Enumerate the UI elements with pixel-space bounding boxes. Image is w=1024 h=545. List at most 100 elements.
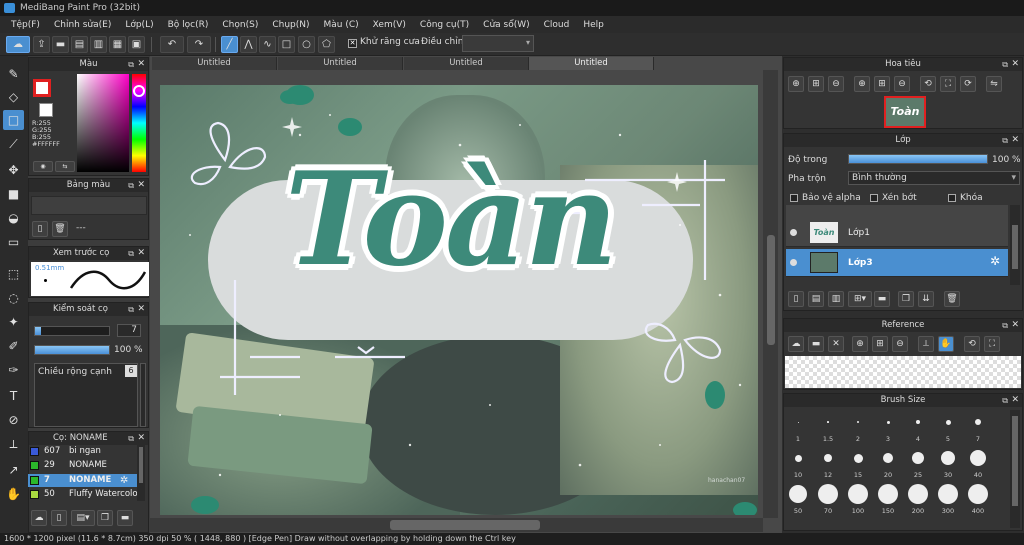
move-tool-icon[interactable]: ✥ <box>3 160 24 180</box>
gradient-tool-icon[interactable]: ▭ <box>3 232 24 252</box>
brush-size-option[interactable]: 25 <box>906 446 930 479</box>
tab-document-2[interactable]: Untitled <box>278 57 403 70</box>
merge-layer-icon[interactable]: ⇊ <box>918 291 934 307</box>
hue-handle[interactable] <box>133 85 145 97</box>
menu-tools[interactable]: Công cụ(T) <box>413 20 476 30</box>
gear-icon[interactable]: ✲ <box>120 474 128 487</box>
zoom-out-icon[interactable]: ⊖ <box>892 336 908 352</box>
cloud-icon[interactable]: ☁ <box>788 336 804 352</box>
close-icon[interactable]: ✕ <box>137 247 145 260</box>
brush-size-option[interactable]: 12 <box>816 446 840 479</box>
layer-list-scrollbar[interactable] <box>1010 205 1020 285</box>
new-layer-icon[interactable]: ▯ <box>788 291 804 307</box>
brush-size-option[interactable]: 50 <box>786 482 810 515</box>
color-mode-icon[interactable]: ◉ <box>33 161 53 172</box>
eraser-tool-icon[interactable]: ◇ <box>3 87 24 107</box>
magic-wand-tool-icon[interactable]: ✦ <box>3 312 24 332</box>
brush-size-option[interactable]: 40 <box>966 446 990 479</box>
menu-filter[interactable]: Bộ lọc(R) <box>161 20 216 30</box>
eyedropper-tool-icon[interactable]: ⟂ <box>3 434 24 454</box>
brush-item[interactable]: 607 bi ngan <box>28 445 144 458</box>
folder-brush-icon[interactable]: ▬ <box>117 510 133 526</box>
brush-size-option[interactable]: 15 <box>846 446 870 479</box>
ellipse-icon[interactable]: ○ <box>298 36 315 53</box>
menu-cloud[interactable]: Cloud <box>537 20 577 30</box>
straight-line-icon[interactable]: ╱ <box>221 36 238 53</box>
hand-icon[interactable]: ✋ <box>938 336 954 352</box>
polyline-icon[interactable]: ⋀ <box>240 36 257 53</box>
reference-canvas[interactable] <box>785 356 1021 388</box>
antialias-checkbox[interactable]: ✕ <box>348 39 357 48</box>
layer-row-selected[interactable]: Lớp3 ✲ <box>786 249 1008 277</box>
close-icon[interactable]: ✕ <box>137 58 145 71</box>
adjust-select[interactable] <box>462 35 534 52</box>
grid-icon[interactable]: ▦ <box>109 36 126 53</box>
rotate-icon[interactable]: ⟲ <box>964 336 980 352</box>
duplicate-layer-icon[interactable]: ❐ <box>898 291 914 307</box>
canvas-artwork[interactable]: Toàn hanachan07 <box>160 85 758 515</box>
zoom-in-icon[interactable]: ⊕ <box>852 336 868 352</box>
layer-opacity-slider[interactable] <box>848 154 988 164</box>
brush-item[interactable]: 50 Fluffy Watercolor <box>28 488 144 501</box>
brush-size-option[interactable]: 4 <box>906 410 930 443</box>
new-brush-icon[interactable]: ▯ <box>51 510 67 526</box>
select-eraser-tool-icon[interactable]: ✑ <box>3 360 24 380</box>
fit-screen-icon[interactable]: ⛶ <box>984 336 1000 352</box>
menu-file[interactable]: Tệp(F) <box>4 20 47 30</box>
brush-size-option[interactable]: 7 <box>966 410 990 443</box>
undo-icon[interactable]: ↶ <box>160 36 184 53</box>
fill-rect-tool-icon[interactable]: ■ <box>3 184 24 204</box>
new-8bit-layer-icon[interactable]: ▥ <box>828 291 844 307</box>
close-icon[interactable]: ✕ <box>1011 58 1019 71</box>
background-color-swatch[interactable] <box>39 103 53 117</box>
brush-size-option[interactable]: 5 <box>936 410 960 443</box>
line-tool-icon[interactable]: ⟋ <box>3 134 24 154</box>
brush-opacity-slider[interactable] <box>34 345 110 355</box>
blend-mode-select[interactable]: Bình thường ▾ <box>848 171 1020 185</box>
zoom-out-icon[interactable]: ⊖ <box>828 76 844 92</box>
close-icon[interactable]: ✕ <box>1011 134 1019 147</box>
brush-settings-icon[interactable]: ▤▾ <box>71 510 95 526</box>
brush-size-option[interactable]: 400 <box>966 482 990 515</box>
close-icon[interactable]: ✕ <box>1011 394 1019 407</box>
brush-list-scrollbar[interactable] <box>137 445 145 501</box>
comment-icon[interactable]: ▬ <box>52 36 69 53</box>
gear-icon[interactable]: ✲ <box>990 254 1000 268</box>
panel-icon[interactable]: ▣ <box>128 36 145 53</box>
eyedropper-icon[interactable]: ⟂ <box>918 336 934 352</box>
close-icon[interactable]: ✕ <box>1011 319 1019 332</box>
canvas-vertical-scrollbar[interactable] <box>763 70 778 518</box>
clipping-checkbox[interactable] <box>870 194 878 202</box>
brush-size-option[interactable]: 100 <box>846 482 870 515</box>
polygon-icon[interactable]: ⬠ <box>318 36 335 53</box>
delete-palette-icon[interactable]: 🗑 <box>52 221 68 237</box>
close-icon[interactable]: ✕ <box>137 303 145 316</box>
foreground-color-swatch[interactable] <box>33 79 51 97</box>
tab-document-4[interactable]: Untitled <box>529 57 654 70</box>
canvas-horizontal-scrollbar[interactable] <box>150 518 763 532</box>
brush-size-option[interactable]: 150 <box>876 482 900 515</box>
lock-checkbox[interactable] <box>948 194 956 202</box>
brush-item[interactable]: 29 NONAME <box>28 459 144 472</box>
protect-alpha-checkbox[interactable] <box>790 194 798 202</box>
comic-icon[interactable]: ▤ <box>71 36 88 53</box>
menu-select[interactable]: Chọn(S) <box>215 20 265 30</box>
brush-size-option[interactable]: 300 <box>936 482 960 515</box>
brush-size-option[interactable]: 1 <box>786 410 810 443</box>
navigator-thumbnail[interactable]: Toàn <box>884 96 926 128</box>
menu-edit[interactable]: Chỉnh sửa(E) <box>47 20 118 30</box>
brush-properties-scrollbar[interactable] <box>140 363 146 427</box>
open-folder-icon[interactable]: ▬ <box>808 336 824 352</box>
operation-tool-icon[interactable]: ↗ <box>3 460 24 480</box>
new-folder-icon[interactable]: ▬ <box>874 291 890 307</box>
zoom-fit-icon[interactable]: ⊞ <box>872 336 888 352</box>
menu-snap[interactable]: Chụp(N) <box>265 20 316 30</box>
new-palette-icon[interactable]: ▯ <box>32 221 48 237</box>
brush-size-value[interactable]: 7 <box>117 324 141 337</box>
edge-width-value[interactable]: 6 <box>125 365 137 377</box>
brush-size-slider[interactable] <box>34 326 110 336</box>
copy-brush-icon[interactable]: ❐ <box>97 510 113 526</box>
rectangle-icon[interactable]: □ <box>278 36 295 53</box>
redo-icon[interactable]: ↷ <box>187 36 211 53</box>
brush-size-option[interactable]: 1.5 <box>816 410 840 443</box>
